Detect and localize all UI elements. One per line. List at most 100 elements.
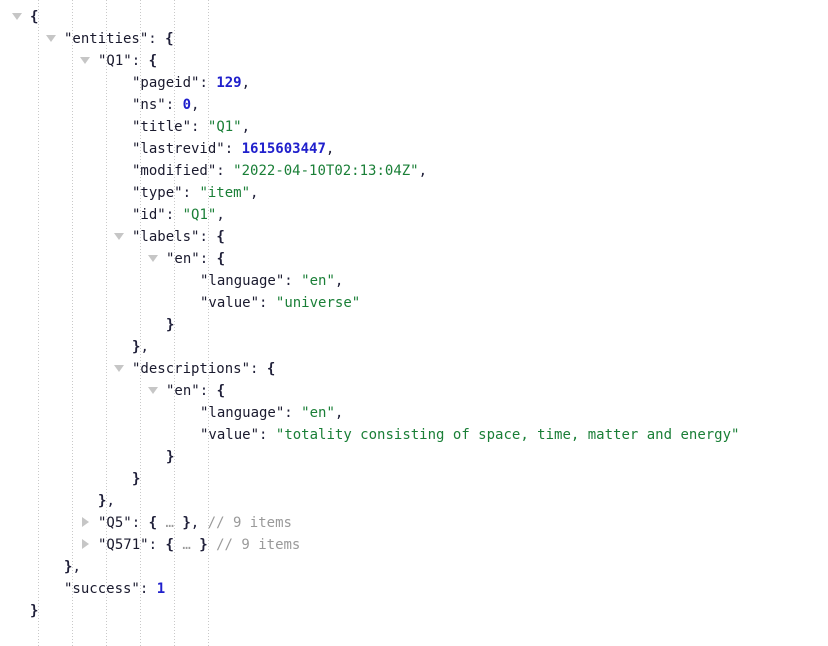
token-number: 1615603447 [241, 141, 326, 157]
token-comma: : [224, 141, 234, 157]
token-number: 1 [156, 581, 166, 597]
json-line: "Q5": { … }, // 9 items [0, 512, 828, 534]
token-key: "language" [200, 273, 285, 289]
json-line: }, [0, 490, 828, 512]
json-line-text: "title": "Q1", [132, 116, 250, 138]
token-punct: } [182, 515, 191, 531]
triangle-down-icon[interactable] [11, 6, 23, 28]
token-number: 129 [216, 75, 242, 91]
json-line-text: }, [64, 556, 81, 578]
token-punct: } [199, 537, 208, 553]
token-comma: , [325, 141, 335, 157]
json-line: "Q1": { [0, 50, 828, 72]
token-string: "en" [301, 273, 335, 289]
token-punct: { [216, 383, 226, 399]
json-line-text: "id": "Q1", [132, 204, 225, 226]
triangle-down-icon[interactable] [113, 358, 125, 380]
json-line-text: "value": "totality consisting of space, … [200, 424, 739, 446]
triangle-down-icon[interactable] [45, 28, 57, 50]
token-comma: , [140, 339, 149, 355]
token-punct: { [266, 361, 276, 377]
json-line-text: "en": { [166, 380, 225, 402]
triangle-down-icon[interactable] [79, 50, 91, 72]
token-punct: } [166, 317, 175, 333]
json-line-text: } [132, 468, 140, 490]
json-line-text: "labels": { [132, 226, 225, 248]
token-punct: } [30, 603, 39, 619]
json-line: }, [0, 336, 828, 358]
token-key: "en" [166, 383, 200, 399]
token-comma: : [199, 229, 208, 245]
token-comment: // 9 items [207, 515, 292, 531]
token-comma: : [131, 53, 141, 69]
token-comment: // 9 items [216, 537, 301, 553]
token-comma: : [199, 383, 209, 399]
token-punct: { [148, 53, 158, 69]
token-punct: { [165, 31, 174, 47]
json-line: "entities": { [0, 28, 828, 50]
twisty-glyph [46, 34, 56, 42]
token-comma: : [284, 273, 293, 289]
json-line: "success": 1 [0, 578, 828, 600]
token-comma: : [199, 75, 208, 91]
token-key: "value" [200, 295, 260, 311]
triangle-down-icon[interactable] [147, 248, 159, 270]
triangle-down-icon[interactable] [113, 226, 125, 248]
token-string: "Q1" [182, 207, 217, 223]
json-line: "descriptions": { [0, 358, 828, 380]
token-punct: { [216, 251, 226, 267]
json-line-text: "Q571": { … } // 9 items [98, 534, 300, 556]
twisty-glyph [81, 517, 89, 527]
twisty-glyph [148, 254, 158, 262]
json-line-text: "ns": 0, [132, 94, 199, 116]
token-string: "Q1" [207, 119, 242, 135]
token-key: "Q1" [98, 53, 132, 69]
token-punct: { [165, 537, 174, 553]
json-line: "en": { [0, 380, 828, 402]
json-line-text: "descriptions": { [132, 358, 275, 380]
token-key: "success" [64, 581, 140, 597]
json-line: "value": "totality consisting of space, … [0, 424, 828, 446]
json-line-text: "entities": { [64, 28, 174, 50]
token-key: "descriptions" [132, 361, 251, 377]
triangle-right-icon[interactable] [79, 512, 91, 534]
json-line: "ns": 0, [0, 94, 828, 116]
triangle-down-icon[interactable] [147, 380, 159, 402]
token-comma: , [216, 207, 225, 223]
json-line-text: "value": "universe" [200, 292, 360, 314]
token-comma: : [148, 31, 157, 47]
json-line: } [0, 468, 828, 490]
token-comma: : [284, 405, 293, 421]
json-line-text: "Q1": { [98, 50, 157, 72]
json-line: "id": "Q1", [0, 204, 828, 226]
triangle-right-icon[interactable] [79, 534, 91, 556]
json-line: "Q571": { … } // 9 items [0, 534, 828, 556]
token-number: 0 [182, 97, 192, 113]
json-line-text: "modified": "2022-04-10T02:13:04Z", [132, 160, 427, 182]
json-line: "pageid": 129, [0, 72, 828, 94]
json-line: "lastrevid": 1615603447, [0, 138, 828, 160]
twisty-glyph [81, 539, 89, 549]
token-comma: , [250, 185, 259, 201]
token-key: "lastrevid" [132, 141, 225, 157]
token-key: "labels" [132, 229, 200, 245]
token-comma: , [418, 163, 428, 179]
token-string: "en" [301, 405, 335, 421]
json-line: "value": "universe" [0, 292, 828, 314]
json-line: "type": "item", [0, 182, 828, 204]
json-line: "labels": { [0, 226, 828, 248]
json-line-text: }, [132, 336, 149, 358]
token-comma: , [72, 559, 81, 575]
json-line-text: { [30, 6, 38, 28]
token-punct: { [30, 9, 39, 25]
json-line-list: {"entities": {"Q1": {"pageid": 129, "ns":… [0, 6, 828, 622]
json-line: } [0, 314, 828, 336]
